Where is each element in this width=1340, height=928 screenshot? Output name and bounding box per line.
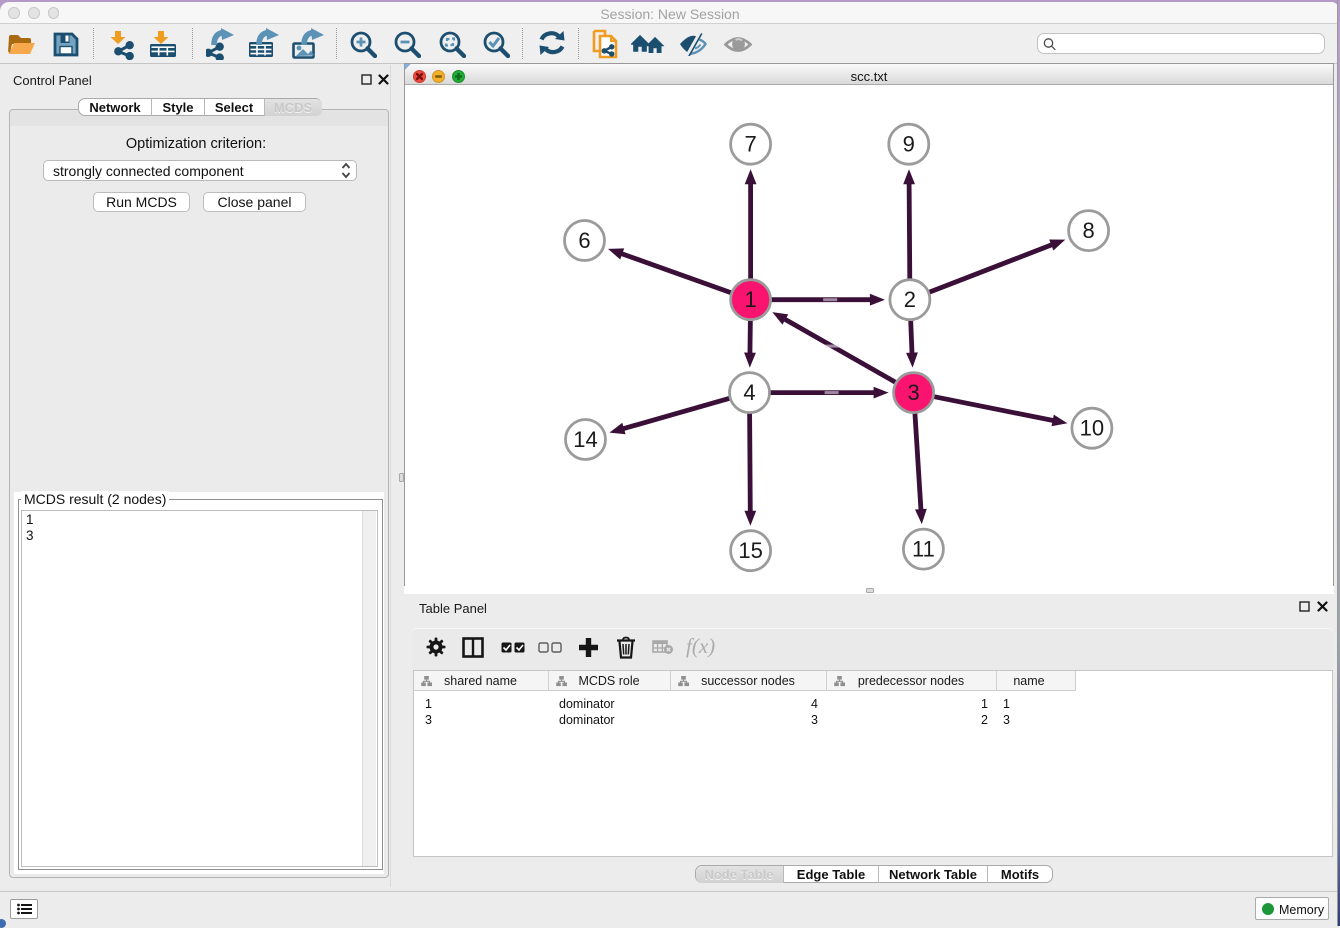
svg-text:9: 9 [903,132,915,157]
svg-text:4: 4 [743,380,755,405]
svg-text:14: 14 [573,427,597,452]
svg-text:7: 7 [744,132,756,157]
svg-text:1: 1 [744,287,756,312]
svg-text:6: 6 [578,228,590,253]
svg-text:3: 3 [907,380,919,405]
svg-text:8: 8 [1082,218,1094,243]
svg-text:15: 15 [738,538,762,563]
svg-text:2: 2 [904,287,916,312]
svg-text:11: 11 [912,537,935,562]
svg-text:10: 10 [1080,416,1104,441]
